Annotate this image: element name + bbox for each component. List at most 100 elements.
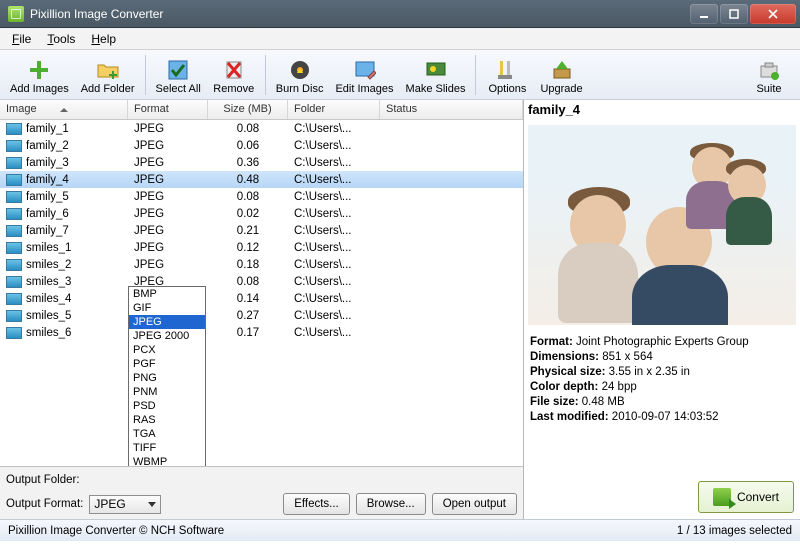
output-format-label: Output Format: (6, 498, 83, 510)
col-folder[interactable]: Folder (288, 100, 380, 119)
format-option[interactable]: BMP (129, 287, 205, 301)
format-option[interactable]: PNM (129, 385, 205, 399)
upgrade-button[interactable]: Upgrade (534, 53, 588, 97)
table-row[interactable]: smiles_1JPEG0.12C:\Users\... (0, 239, 523, 256)
menu-file[interactable]: File (6, 30, 37, 48)
table-row[interactable]: smiles_50.27C:\Users\... (0, 307, 523, 324)
options-button[interactable]: Options (480, 53, 534, 97)
file-thumb-icon (6, 191, 22, 203)
left-pane: Image Format Size (MB) Folder Status fam… (0, 100, 524, 519)
menu-help[interactable]: Help (85, 30, 122, 48)
disc-icon (288, 58, 312, 82)
convert-button[interactable]: Convert (698, 481, 794, 513)
format-option[interactable]: PSD (129, 399, 205, 413)
select-all-button[interactable]: Select All (150, 53, 207, 97)
file-thumb-icon (6, 225, 22, 237)
open-output-button[interactable]: Open output (432, 493, 517, 515)
table-row[interactable]: smiles_60.17C:\Users\... (0, 324, 523, 341)
format-option[interactable]: JPEG (129, 315, 205, 329)
format-option[interactable]: TGA (129, 427, 205, 441)
file-thumb-icon (6, 259, 22, 271)
table-body: family_1JPEG0.08C:\Users\...family_2JPEG… (0, 120, 523, 341)
format-option[interactable]: RAS (129, 413, 205, 427)
window-title: Pixillion Image Converter (30, 7, 163, 21)
status-bar: Pixillion Image Converter © NCH Software… (0, 519, 800, 541)
format-option[interactable]: JPEG 2000 (129, 329, 205, 343)
app-icon (8, 6, 24, 22)
suite-icon (757, 58, 781, 82)
col-image[interactable]: Image (0, 100, 128, 119)
menu-tools-label: ools (53, 32, 75, 46)
output-format-combo[interactable]: JPEG (89, 495, 161, 514)
add-images-button[interactable]: Add Images (4, 53, 75, 97)
window-minimize-button[interactable] (690, 4, 718, 24)
effects-button[interactable]: Effects... (283, 493, 350, 515)
table-row[interactable]: smiles_2JPEG0.18C:\Users\... (0, 256, 523, 273)
file-thumb-icon (6, 276, 22, 288)
output-folder-label: Output Folder: (6, 474, 80, 486)
edit-image-icon (353, 58, 377, 82)
table-row[interactable]: smiles_40.14C:\Users\... (0, 290, 523, 307)
menu-help-label: elp (100, 32, 116, 46)
toolbar: Add Images Add Folder Select All Remove … (0, 50, 800, 100)
preview-image (528, 125, 796, 325)
table-row[interactable]: family_6JPEG0.02C:\Users\... (0, 205, 523, 222)
col-status[interactable]: Status (380, 100, 523, 119)
col-format[interactable]: Format (128, 100, 208, 119)
format-option[interactable]: PNG (129, 371, 205, 385)
col-size[interactable]: Size (MB) (208, 100, 288, 119)
format-option[interactable]: PGF (129, 357, 205, 371)
browse-button[interactable]: Browse... (356, 493, 426, 515)
file-thumb-icon (6, 327, 22, 339)
file-thumb-icon (6, 293, 22, 305)
remove-icon (222, 58, 246, 82)
table-row[interactable]: family_5JPEG0.08C:\Users\... (0, 188, 523, 205)
table-row[interactable]: family_2JPEG0.06C:\Users\... (0, 137, 523, 154)
table-row[interactable]: family_7JPEG0.21C:\Users\... (0, 222, 523, 239)
file-thumb-icon (6, 208, 22, 220)
make-slides-button[interactable]: Make Slides (400, 53, 472, 97)
convert-icon (713, 488, 731, 506)
toolbar-separator (145, 55, 146, 95)
chevron-down-icon (148, 502, 156, 507)
preview-metadata: Format: Joint Photographic Experts Group… (524, 329, 800, 431)
slides-icon (424, 58, 448, 82)
file-thumb-icon (6, 242, 22, 254)
main-area: Image Format Size (MB) Folder Status fam… (0, 100, 800, 519)
status-text: Pixillion Image Converter © NCH Software (8, 525, 224, 537)
output-format-value: JPEG (94, 497, 125, 511)
file-table: Image Format Size (MB) Folder Status fam… (0, 100, 523, 467)
window-close-button[interactable] (750, 4, 796, 24)
window-maximize-button[interactable] (720, 4, 748, 24)
table-header: Image Format Size (MB) Folder Status (0, 100, 523, 120)
plus-icon (27, 58, 51, 82)
file-thumb-icon (6, 174, 22, 186)
folder-plus-icon (96, 58, 120, 82)
window-titlebar: Pixillion Image Converter (0, 0, 800, 28)
preview-pane: family_4 Format: Joint Photographic Expe… (524, 100, 800, 519)
suite-button[interactable]: Suite (742, 53, 796, 97)
format-popup[interactable]: BMPGIFJPEGJPEG 2000PCXPGFPNGPNMPSDRASTGA… (128, 286, 206, 467)
format-option[interactable]: GIF (129, 301, 205, 315)
burn-disc-button[interactable]: Burn Disc (270, 53, 330, 97)
file-thumb-icon (6, 140, 22, 152)
table-row[interactable]: family_1JPEG0.08C:\Users\... (0, 120, 523, 137)
bottom-controls: Output Folder: Output Format: JPEG Effec… (0, 467, 523, 519)
edit-images-button[interactable]: Edit Images (329, 53, 399, 97)
preview-title: family_4 (524, 100, 800, 119)
toolbar-separator (265, 55, 266, 95)
file-thumb-icon (6, 310, 22, 322)
table-row[interactable]: smiles_3JPEG0.08C:\Users\... (0, 273, 523, 290)
menu-file-label: ile (19, 32, 31, 46)
table-row[interactable]: family_4JPEG0.48C:\Users\... (0, 171, 523, 188)
remove-button[interactable]: Remove (207, 53, 261, 97)
add-folder-button[interactable]: Add Folder (75, 53, 141, 97)
file-thumb-icon (6, 123, 22, 135)
menu-tools[interactable]: Tools (41, 30, 81, 48)
format-option[interactable]: PCX (129, 343, 205, 357)
format-option[interactable]: TIFF (129, 441, 205, 455)
status-selection: 1 / 13 images selected (677, 525, 792, 537)
select-all-icon (166, 58, 190, 82)
format-option[interactable]: WBMP (129, 455, 205, 467)
table-row[interactable]: family_3JPEG0.36C:\Users\... (0, 154, 523, 171)
